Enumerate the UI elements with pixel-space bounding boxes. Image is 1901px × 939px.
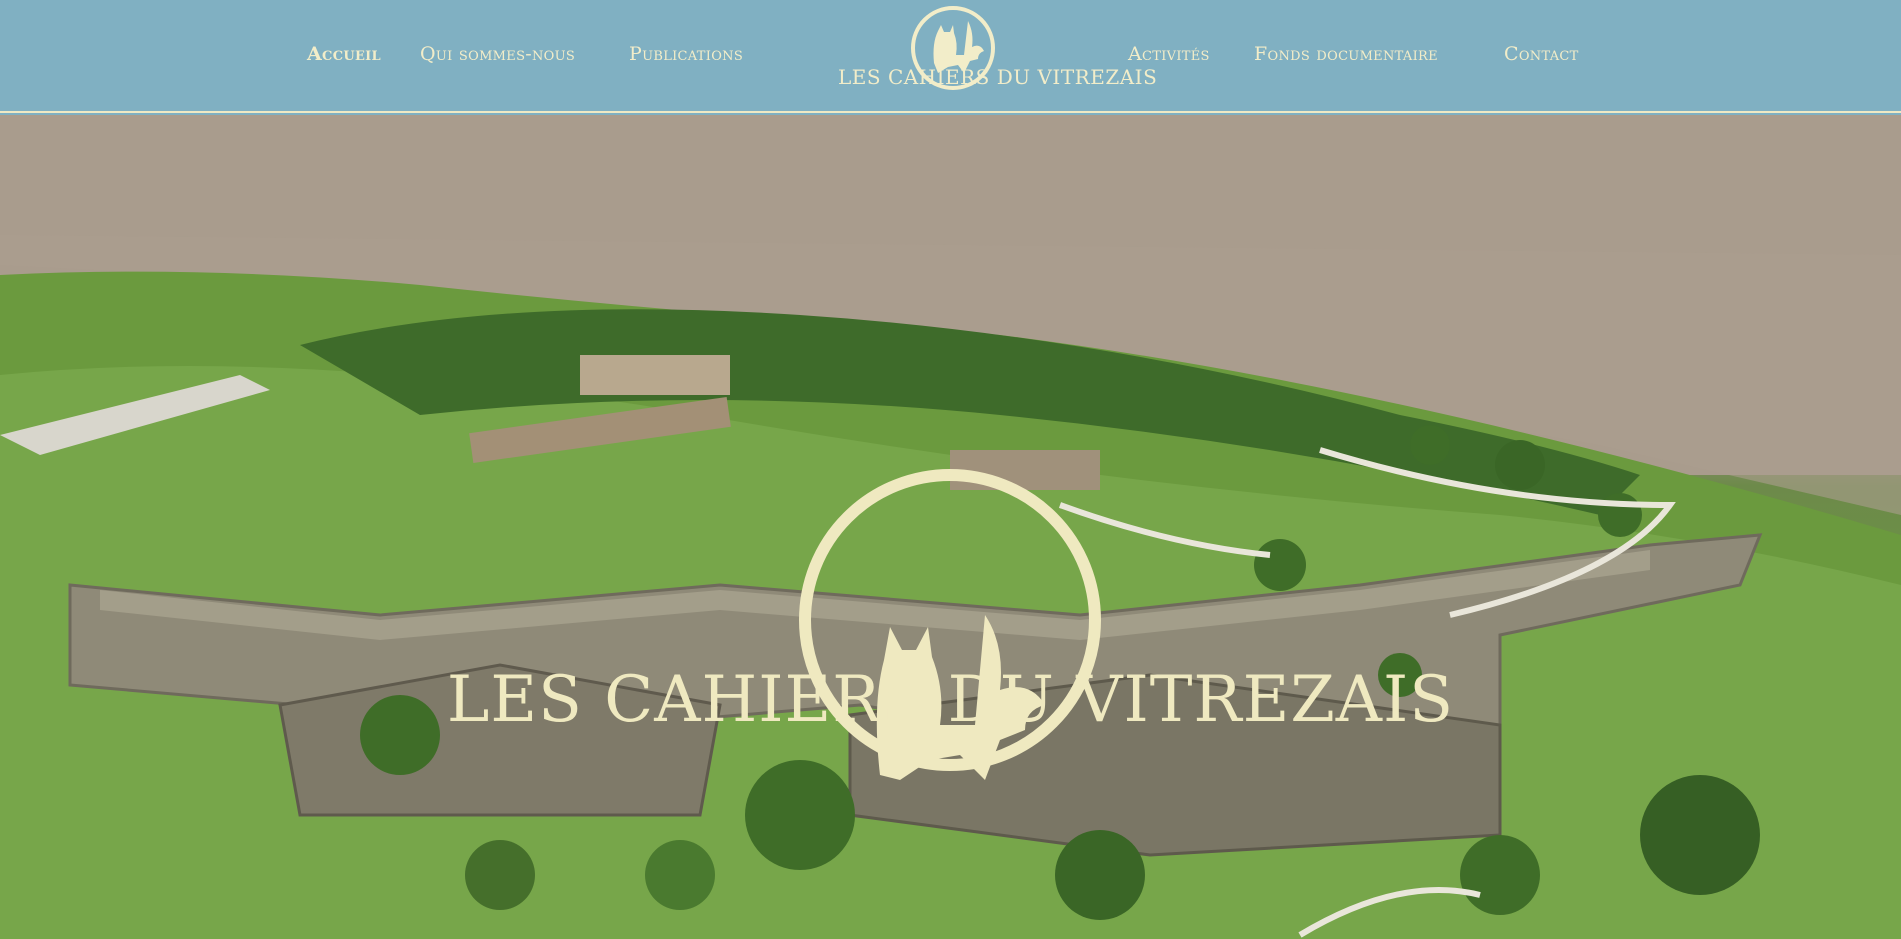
logo-text: LES CAHIERS DU VITREZAIS xyxy=(838,65,1158,89)
nav-publications[interactable]: Publications xyxy=(629,43,743,65)
hero-banner: LES CAHIERS DU VITREZAIS xyxy=(0,115,1901,939)
nav-activites[interactable]: Activités xyxy=(1128,43,1210,65)
hero-aerial-image xyxy=(0,115,1901,939)
hero-title: LES CAHIERS DU VITREZAIS xyxy=(446,663,1455,737)
nav-accueil[interactable]: Accueil xyxy=(307,43,381,65)
header-navbar: Accueil Qui sommes-nous Publications LES… xyxy=(0,0,1901,113)
nav-fonds-documentaire[interactable]: Fonds documentaire xyxy=(1254,43,1438,65)
nav-qui-sommes-nous[interactable]: Qui sommes-nous xyxy=(420,43,575,65)
header-logo[interactable]: LES CAHIERS DU VITREZAIS xyxy=(838,3,1158,95)
nav-contact[interactable]: Contact xyxy=(1504,43,1579,65)
